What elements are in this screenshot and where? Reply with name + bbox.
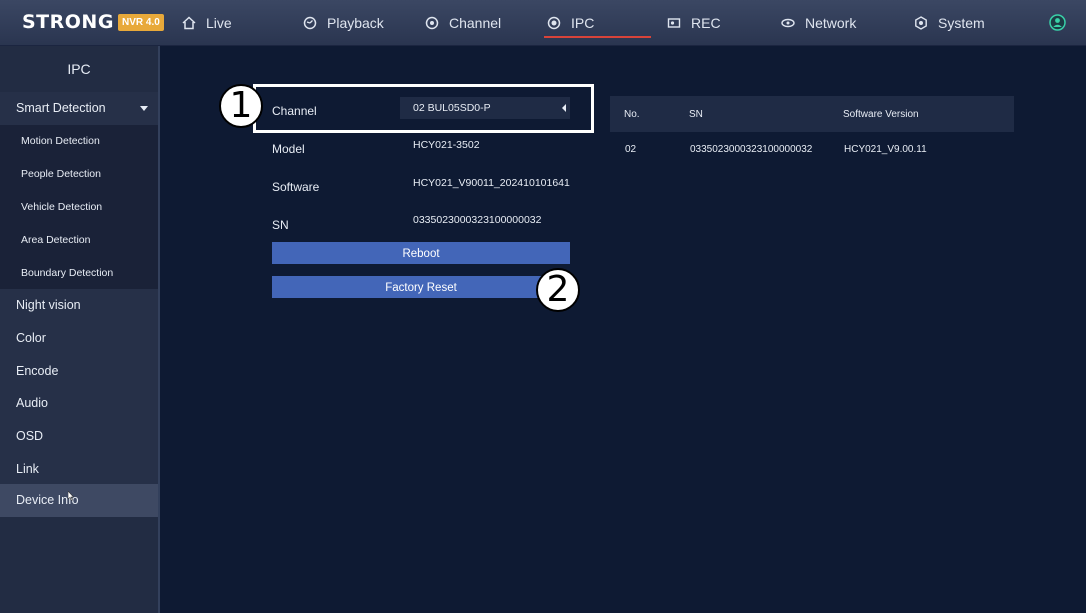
sidebar-item-night-vision[interactable]: Night vision [0, 289, 158, 322]
rec-icon [667, 16, 683, 30]
sidebar-item-label: Color [16, 331, 46, 345]
nav-playback[interactable]: Playback [303, 0, 384, 45]
nav-network[interactable]: Network [781, 0, 856, 45]
sidebar-item-label: OSD [16, 429, 44, 443]
caret-down-icon [140, 106, 148, 111]
sidebar-item-boundary-detection[interactable]: Boundary Detection [0, 257, 158, 290]
sidebar-item-label: Smart Detection [16, 101, 106, 115]
nav-ipc[interactable]: IPC [547, 0, 594, 45]
channel-select-value: 02 BUL05SD0-P [413, 102, 491, 114]
ipc-camera-icon [547, 16, 563, 30]
callout-2: 2 [536, 268, 580, 312]
nav-ipc-label: IPC [571, 14, 595, 31]
sidebar-item-osd[interactable]: OSD [0, 420, 158, 453]
nav-rec-label: REC [691, 14, 721, 31]
nav-network-label: Network [805, 14, 857, 31]
sidebar-item-label: Link [16, 462, 39, 476]
network-icon [781, 16, 797, 30]
sidebar-item-label: Encode [16, 364, 59, 378]
sidebar-item-label: Vehicle Detection [21, 201, 103, 213]
version-badge: NVR 4.0 [118, 14, 164, 31]
sidebar-item-label: Area Detection [21, 234, 91, 246]
sn-value: 0335023000323100000032 [413, 214, 542, 226]
sidebar: IPC Smart Detection Motion Detection Peo… [0, 46, 160, 613]
nav-playback-label: Playback [327, 14, 384, 31]
table-cell-software-version: HCY021_V9.00.11 [844, 144, 927, 155]
software-label: Software [272, 180, 320, 194]
system-icon [914, 15, 930, 30]
sidebar-item-label: Motion Detection [21, 135, 100, 147]
mouse-cursor-icon [68, 491, 74, 501]
table-cell-no: 02 [625, 144, 637, 155]
active-tab-indicator [544, 36, 651, 38]
model-value: HCY021-3502 [413, 139, 480, 151]
nav-live-label: Live [206, 14, 232, 31]
sidebar-item-area-detection[interactable]: Area Detection [0, 224, 158, 257]
sidebar-item-smart-detection[interactable]: Smart Detection [0, 92, 158, 125]
column-header-no: No. [624, 109, 640, 120]
brand-logo: STRONG [22, 11, 114, 33]
sn-label: SN [272, 218, 289, 232]
nav-channel-label: Channel [449, 14, 502, 31]
nav-system[interactable]: System [914, 0, 985, 45]
sidebar-item-encode[interactable]: Encode [0, 355, 158, 388]
sidebar-item-device-info[interactable]: Device Info [0, 484, 158, 517]
sidebar-item-label: Audio [16, 396, 48, 410]
caret-left-icon [562, 104, 566, 112]
sidebar-item-label: Night vision [16, 298, 81, 312]
sidebar-item-label: Boundary Detection [21, 267, 114, 279]
channel-icon [425, 16, 441, 30]
top-bar: STRONG NVR 4.0 Live Playback Channel IPC… [0, 0, 1086, 46]
callout-1: 1 [219, 84, 263, 128]
playback-icon [303, 16, 319, 30]
home-icon [182, 15, 198, 30]
column-header-software-version: Software Version [843, 109, 919, 120]
nav-rec[interactable]: REC [667, 0, 721, 45]
sidebar-title: IPC [67, 61, 91, 77]
sidebar-item-color[interactable]: Color [0, 322, 158, 355]
factory-reset-button[interactable]: Factory Reset [272, 276, 570, 298]
software-value: HCY021_V90011_202410101641 [413, 177, 570, 189]
sidebar-item-audio[interactable]: Audio [0, 387, 158, 420]
channel-label: Channel [272, 104, 317, 118]
user-account-icon[interactable] [1049, 14, 1066, 31]
model-label: Model [272, 142, 305, 156]
sidebar-item-people-detection[interactable]: People Detection [0, 158, 158, 191]
reboot-button[interactable]: Reboot [272, 242, 570, 264]
column-header-sn: SN [689, 109, 703, 120]
table-cell-sn: 0335023000323100000032 [690, 144, 813, 155]
sidebar-item-label: People Detection [21, 168, 101, 180]
nav-channel[interactable]: Channel [425, 0, 501, 45]
sidebar-item-vehicle-detection[interactable]: Vehicle Detection [0, 191, 158, 224]
nav-live[interactable]: Live [182, 0, 232, 45]
nav-system-label: System [938, 14, 985, 31]
table-header [610, 96, 1014, 132]
channel-select[interactable]: 02 BUL05SD0-P [400, 97, 570, 119]
sidebar-item-link[interactable]: Link [0, 453, 158, 486]
sidebar-item-motion-detection[interactable]: Motion Detection [0, 125, 158, 158]
